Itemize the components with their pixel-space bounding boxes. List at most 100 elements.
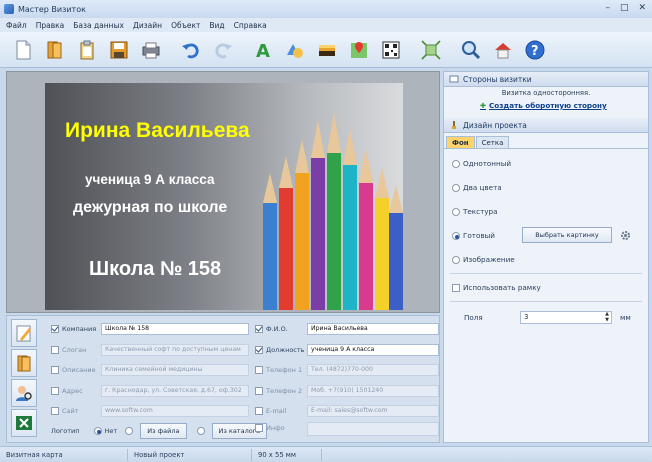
card-position-text[interactable]: ученица 9 А класса [85,172,214,187]
slogan-input[interactable]: Качественный софт по доступным ценам [101,344,249,356]
settings-gear-icon[interactable] [620,230,631,241]
add-qr-button[interactable] [378,37,404,63]
menu-file[interactable]: Файл [6,21,27,30]
phone1-input[interactable]: Тел. (4872)770-000 [307,364,439,376]
add-map-button[interactable] [346,37,372,63]
info-checkbox[interactable] [255,424,263,432]
floppy-icon [110,41,128,58]
address-checkbox[interactable] [51,387,59,395]
menu-view[interactable]: Вид [209,21,224,30]
fio-checkbox[interactable] [255,325,263,333]
email-input[interactable]: E-mail: sales@softw.com [307,405,439,417]
logo-file-radio[interactable] [125,427,134,435]
description-input[interactable]: Клиника семейной медицины [101,364,249,376]
email-checkbox[interactable] [255,407,263,415]
site-input[interactable]: www.softw.com [101,405,249,417]
logo-from-file-button[interactable]: Из файла [140,423,187,439]
create-back-side-link[interactable]: ✚ Создать оборотную сторону [480,101,607,110]
margins-stepper[interactable]: 3 ▲ ▼ [520,311,612,324]
card-school-text[interactable]: Школа № 158 [89,258,221,281]
logo-none-radio[interactable] [93,427,102,435]
bg-ready-radio[interactable] [452,231,460,240]
divider [450,273,642,274]
divider [450,301,642,302]
position-label: Должность [266,346,305,354]
sides-info-text: Визитка односторонняя. [501,89,591,97]
book-button[interactable] [11,349,37,377]
plus-icon: ✚ [480,101,487,110]
user-search-icon [16,386,32,401]
company-checkbox[interactable] [51,325,59,333]
pencils-image [263,113,403,310]
stepper-arrows-icon[interactable]: ▲ ▼ [605,311,609,323]
description-checkbox[interactable] [51,366,59,374]
bg-two-colors-radio[interactable] [452,183,460,192]
add-shape-button[interactable] [282,37,308,63]
clipboard-button[interactable] [74,37,100,63]
add-image-button[interactable] [314,37,340,63]
site-checkbox[interactable] [51,407,59,415]
position-checkbox[interactable] [255,346,263,354]
print-button[interactable] [138,37,164,63]
site-label: Сайт [62,407,79,415]
minimize-button[interactable]: – [605,3,610,13]
maximize-button[interactable]: □ [620,3,629,13]
edit-card-icon [16,325,31,342]
margins-unit: мм [620,313,631,322]
save-button[interactable] [106,37,132,63]
design-section-header[interactable]: Дизайн проекта [444,118,648,133]
card-name-text[interactable]: Ирина Васильева [65,119,325,143]
bg-solid-radio[interactable] [452,159,460,168]
new-button[interactable] [10,37,36,63]
tab-grid[interactable]: Сетка [475,136,510,148]
fields-panel: Компания Школа № 158 Слоган Качественный… [6,315,440,443]
choose-picture-button[interactable]: Выбрать картинку [522,227,612,243]
close-button[interactable]: ✕ [638,3,646,13]
fio-input[interactable]: Ирина Васильева [307,323,439,335]
zoom-button[interactable] [458,37,484,63]
address-label: Адрес [62,387,83,395]
slogan-checkbox[interactable] [51,346,59,354]
sides-section-header[interactable]: Стороны визитки [444,72,648,87]
help-button[interactable]: ? [522,37,548,63]
company-label: Компания [62,325,97,333]
app-icon [4,4,14,14]
menu-object[interactable]: Объект [171,21,200,30]
business-card[interactable]: Ирина Васильева ученица 9 А класса дежур… [45,83,403,310]
phone1-checkbox[interactable] [255,366,263,374]
excel-button[interactable] [11,409,37,437]
add-text-button[interactable]: A [250,37,276,63]
logo-catalog-radio[interactable] [196,427,205,435]
contacts-button[interactable] [11,379,37,407]
phone2-input[interactable]: Моб. +7(910) 1501240 [307,385,439,397]
status-card-type: Визитная карта [0,448,128,461]
bg-image-radio[interactable] [452,255,460,264]
company-input[interactable]: Школа № 158 [101,323,249,335]
menu-edit[interactable]: Правка [36,21,65,30]
phone2-checkbox[interactable] [255,387,263,395]
tab-background[interactable]: Фон [446,136,475,148]
fit-page-icon [421,39,441,60]
menu-help[interactable]: Справка [234,21,267,30]
redo-button[interactable] [210,37,236,63]
status-project: Новый проект [128,448,252,461]
undo-button[interactable] [178,37,204,63]
use-frame-checkbox[interactable] [452,283,460,292]
logo-label: Логотип [51,427,80,435]
card-duty-text[interactable]: дежурная по школе [73,199,227,217]
fit-button[interactable] [418,37,444,63]
menu-database[interactable]: База данных [73,21,124,30]
info-input[interactable] [307,422,439,436]
svg-text:A: A [256,41,270,61]
open-button[interactable] [42,37,68,63]
description-label: Описание [62,366,96,374]
menu-design[interactable]: Дизайн [133,21,162,30]
position-input[interactable]: ученица 9 А класса [307,344,439,356]
address-input[interactable]: г. Краснодар, ул. Советская, д.67, оф.30… [101,385,249,397]
use-frame-label: Использовать рамку [463,283,541,292]
undo-icon [182,43,199,58]
edit-card-button[interactable] [11,319,37,347]
bg-texture-radio[interactable] [452,207,460,216]
home-button[interactable] [490,37,516,63]
info-label: Инфо [266,424,285,432]
